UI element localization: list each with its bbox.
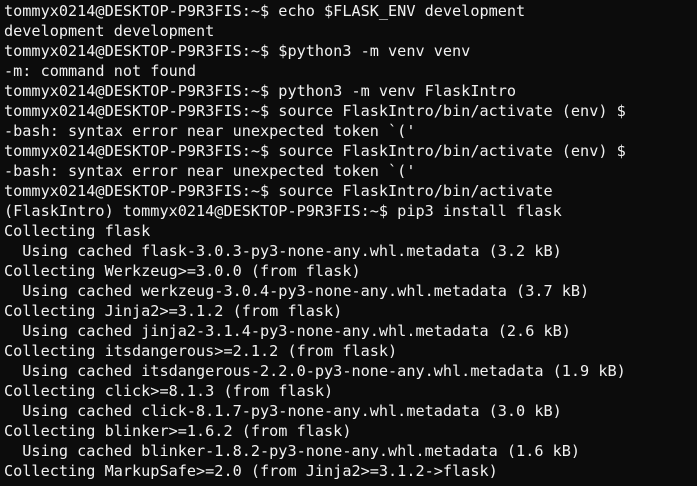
terminal-line: Using cached click-8.1.7-py3-none-any.wh…	[4, 402, 562, 420]
terminal-line: Collecting Werkzeug>=3.0.0 (from flask)	[4, 262, 361, 280]
terminal-line: tommyx0214@DESKTOP-P9R3FIS:~$ echo $FLAS…	[4, 2, 526, 20]
terminal-line: (FlaskIntro) tommyx0214@DESKTOP-P9R3FIS:…	[4, 202, 562, 220]
terminal-line: -bash: syntax error near unexpected toke…	[4, 122, 416, 140]
terminal-line: tommyx0214@DESKTOP-P9R3FIS:~$ source Fla…	[4, 102, 626, 120]
terminal-line: -m: command not found	[4, 62, 197, 80]
terminal-line: Collecting click>=8.1.3 (from flask)	[4, 382, 334, 400]
terminal-line: -bash: syntax error near unexpected toke…	[4, 162, 416, 180]
terminal-line: Collecting flask	[4, 222, 151, 240]
terminal-line: Collecting MarkupSafe>=2.0 (from Jinja2>…	[4, 462, 498, 480]
terminal-line: tommyx0214@DESKTOP-P9R3FIS:~$ python3 -m…	[4, 82, 517, 100]
terminal-line: tommyx0214@DESKTOP-P9R3FIS:~$ source Fla…	[4, 142, 626, 160]
terminal-line: tommyx0214@DESKTOP-P9R3FIS:~$ source Fla…	[4, 182, 553, 200]
terminal-line: Using cached blinker-1.8.2-py3-none-any.…	[4, 442, 581, 460]
terminal-line: development development	[4, 22, 215, 40]
terminal-line: Collecting Jinja2>=3.1.2 (from flask)	[4, 302, 343, 320]
terminal-window[interactable]: tommyx0214@DESKTOP-P9R3FIS:~$ echo $FLAS…	[0, 0, 697, 486]
terminal-line: Collecting blinker>=1.6.2 (from flask)	[4, 422, 352, 440]
terminal-line: Using cached flask-3.0.3-py3-none-any.wh…	[4, 242, 562, 260]
terminal-line: Collecting itsdangerous>=2.1.2 (from fla…	[4, 342, 398, 360]
terminal-line: Using cached werkzeug-3.0.4-py3-none-any…	[4, 282, 590, 300]
terminal-line: tommyx0214@DESKTOP-P9R3FIS:~$ $python3 -…	[4, 42, 471, 60]
terminal-line: Using cached itsdangerous-2.2.0-py3-none…	[4, 362, 626, 380]
terminal-line: Using cached jinja2-3.1.4-py3-none-any.w…	[4, 322, 571, 340]
